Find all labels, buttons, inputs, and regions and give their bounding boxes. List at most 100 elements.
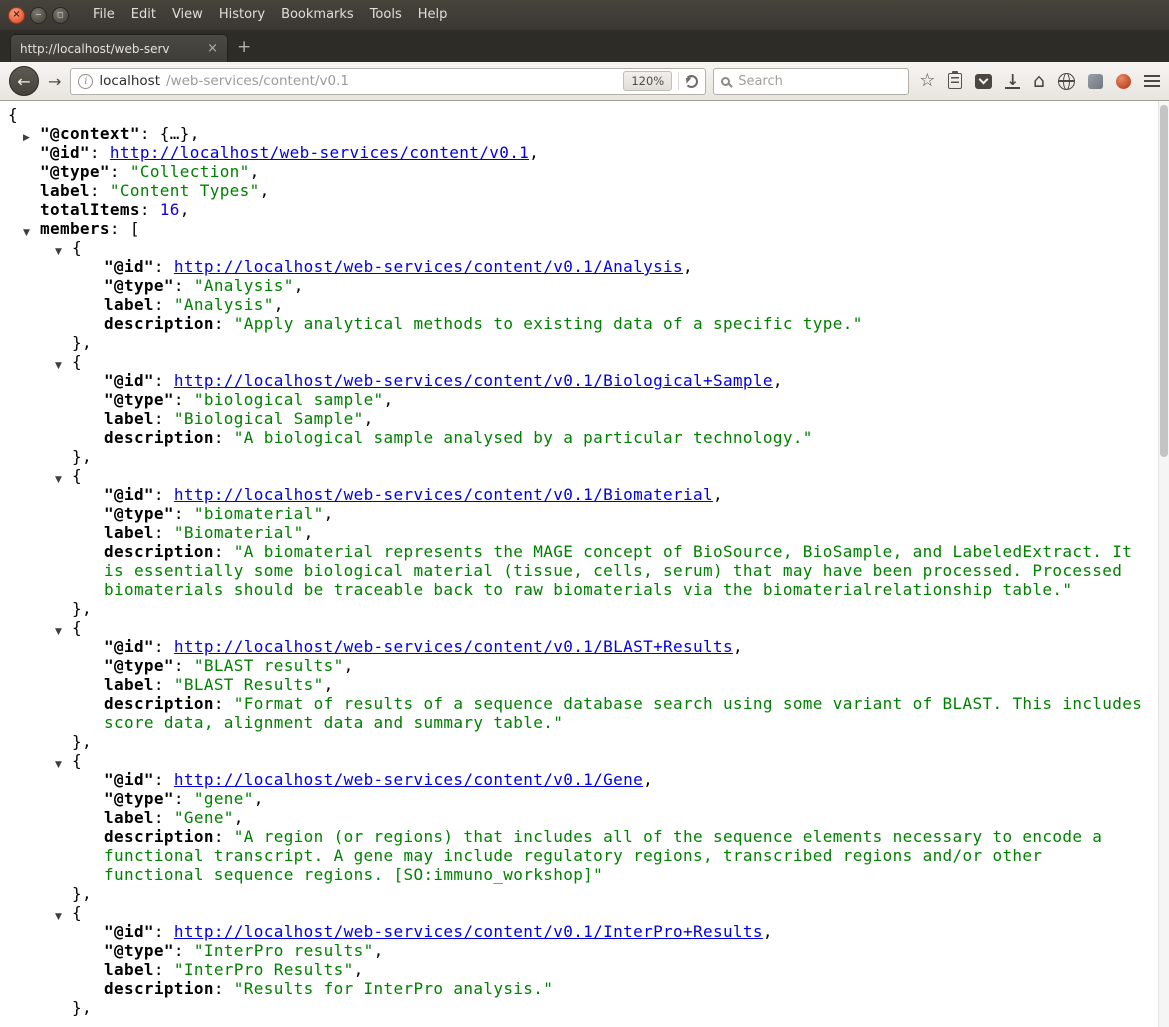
json-line: "@type": "BLAST results", bbox=[0, 656, 1169, 675]
json-link[interactable]: http://localhost/web-services/content/v0… bbox=[174, 922, 763, 941]
window-minimize-button[interactable]: − bbox=[30, 6, 47, 24]
json-punct: : bbox=[153, 675, 174, 694]
pocket-icon[interactable] bbox=[975, 73, 993, 89]
json-punct: : bbox=[153, 770, 174, 789]
json-punct: : {…}, bbox=[139, 124, 200, 143]
scrollbar-thumb[interactable] bbox=[1160, 105, 1168, 457]
json-key: label bbox=[104, 523, 154, 542]
menu-item-help[interactable]: Help bbox=[410, 0, 456, 30]
json-punct: : bbox=[213, 542, 234, 561]
tab-close-icon[interactable]: × bbox=[207, 41, 218, 56]
json-line: description: "A biomaterial represents t… bbox=[0, 542, 1169, 599]
json-punct: , bbox=[293, 276, 304, 295]
menu-bar: File Edit View History Bookmarks Tools H… bbox=[85, 0, 455, 30]
json-key: totalItems bbox=[40, 200, 140, 219]
json-str: "Analysis" bbox=[193, 276, 294, 295]
browser-tab[interactable]: http://localhost/web-serv × bbox=[10, 34, 228, 62]
new-tab-button[interactable]: + bbox=[228, 35, 260, 60]
json-punct: }, bbox=[72, 599, 92, 618]
window-maximize-button[interactable]: ◻ bbox=[52, 6, 69, 24]
json-line: "@id": http://localhost/web-services/con… bbox=[0, 143, 1169, 162]
json-punct: : bbox=[173, 390, 194, 409]
json-key: "@id" bbox=[104, 371, 154, 390]
json-punct: { bbox=[8, 105, 18, 124]
json-punct: , bbox=[373, 941, 384, 960]
json-link[interactable]: http://localhost/web-services/content/v0… bbox=[174, 770, 643, 789]
json-line: ▼{ bbox=[0, 352, 1169, 371]
json-punct: , bbox=[712, 485, 723, 504]
json-line: "@type": "InterPro results", bbox=[0, 941, 1169, 960]
menu-item-edit[interactable]: Edit bbox=[123, 0, 164, 30]
json-punct: , bbox=[303, 523, 314, 542]
menu-item-tools[interactable]: Tools bbox=[362, 0, 410, 30]
json-line: }, bbox=[0, 998, 1169, 1017]
json-punct: : bbox=[153, 637, 174, 656]
json-str: "Collection" bbox=[129, 162, 250, 181]
menu-item-history[interactable]: History bbox=[211, 0, 273, 30]
json-punct: : bbox=[153, 485, 174, 504]
json-str: "InterPro results" bbox=[193, 941, 374, 960]
json-key: "@id" bbox=[104, 922, 154, 941]
json-punct: }, bbox=[72, 333, 92, 352]
reload-icon[interactable] bbox=[685, 74, 699, 88]
json-punct: { bbox=[72, 352, 82, 371]
json-str: "A biomaterial represents the MAGE conce… bbox=[104, 542, 1133, 599]
json-punct: , bbox=[732, 637, 743, 656]
json-str: "Apply analytical methods to existing da… bbox=[233, 314, 863, 333]
downloads-icon[interactable]: ↓ bbox=[1005, 72, 1020, 89]
json-line: ▼ members: [ bbox=[0, 219, 1169, 238]
window-menubar: × − ◻ File Edit View History Bookmarks T… bbox=[0, 0, 1169, 30]
json-line: }, bbox=[0, 447, 1169, 466]
search-input[interactable] bbox=[736, 72, 902, 90]
forward-button[interactable]: → bbox=[46, 72, 63, 91]
extension-icon-1[interactable] bbox=[1088, 73, 1103, 89]
scrollbar[interactable] bbox=[1158, 101, 1169, 1027]
menu-hamburger-icon[interactable] bbox=[1144, 75, 1160, 87]
back-button[interactable]: ← bbox=[9, 66, 39, 96]
json-punct: : bbox=[153, 257, 174, 276]
json-str: "Content Types" bbox=[109, 181, 260, 200]
json-punct: , bbox=[259, 181, 270, 200]
json-line: totalItems: 16, bbox=[0, 200, 1169, 219]
bookmark-star-icon[interactable]: ☆ bbox=[919, 72, 935, 90]
extension-icon-2[interactable] bbox=[1116, 73, 1131, 89]
json-link[interactable]: http://localhost/web-services/content/v0… bbox=[174, 371, 773, 390]
json-link[interactable]: http://localhost/web-services/content/v0… bbox=[174, 637, 733, 656]
window-close-button[interactable]: × bbox=[8, 6, 25, 24]
bookmarks-menu-icon[interactable] bbox=[948, 71, 963, 89]
search-bar[interactable] bbox=[713, 67, 910, 95]
json-punct: : bbox=[153, 409, 174, 428]
json-punct: : bbox=[213, 314, 234, 333]
json-str: "biomaterial" bbox=[193, 504, 324, 523]
zoom-level-badge[interactable]: 120% bbox=[623, 71, 673, 91]
menu-item-bookmarks[interactable]: Bookmarks bbox=[273, 0, 362, 30]
json-num: 16 bbox=[159, 200, 180, 219]
json-str: "BLAST results" bbox=[193, 656, 344, 675]
json-link[interactable]: http://localhost/web-services/content/v0… bbox=[174, 485, 713, 504]
json-line: "@id": http://localhost/web-services/con… bbox=[0, 922, 1169, 941]
home-icon[interactable]: ⌂ bbox=[1033, 71, 1045, 91]
json-key: "@id" bbox=[40, 143, 90, 162]
toolbar-icons: ☆ ↓ ⌂ bbox=[919, 71, 1160, 91]
json-punct: { bbox=[72, 903, 82, 922]
globe-icon[interactable] bbox=[1058, 72, 1075, 90]
menu-item-file[interactable]: File bbox=[85, 0, 123, 30]
json-line: ▶ "@context": {…}, bbox=[0, 124, 1169, 143]
json-link[interactable]: http://localhost/web-services/content/v0… bbox=[174, 257, 683, 276]
url-bar[interactable]: i localhost /web-services/content/v0.1 1… bbox=[70, 67, 707, 95]
json-line: description: "Results for InterPro analy… bbox=[0, 979, 1169, 998]
json-punct: , bbox=[643, 770, 654, 789]
menu-item-view[interactable]: View bbox=[164, 0, 211, 30]
json-line: "@type": "Analysis", bbox=[0, 276, 1169, 295]
window-controls: × − ◻ bbox=[8, 6, 69, 24]
json-punct: }, bbox=[72, 884, 92, 903]
json-line: }, bbox=[0, 732, 1169, 751]
json-punct: : bbox=[173, 656, 194, 675]
json-link[interactable]: http://localhost/web-services/content/v0… bbox=[110, 143, 529, 162]
json-punct: }, bbox=[72, 447, 92, 466]
site-info-icon[interactable]: i bbox=[78, 73, 94, 89]
json-punct: { bbox=[72, 238, 82, 257]
json-punct: , bbox=[383, 390, 394, 409]
json-key: label bbox=[40, 181, 90, 200]
json-line: "@type": "gene", bbox=[0, 789, 1169, 808]
